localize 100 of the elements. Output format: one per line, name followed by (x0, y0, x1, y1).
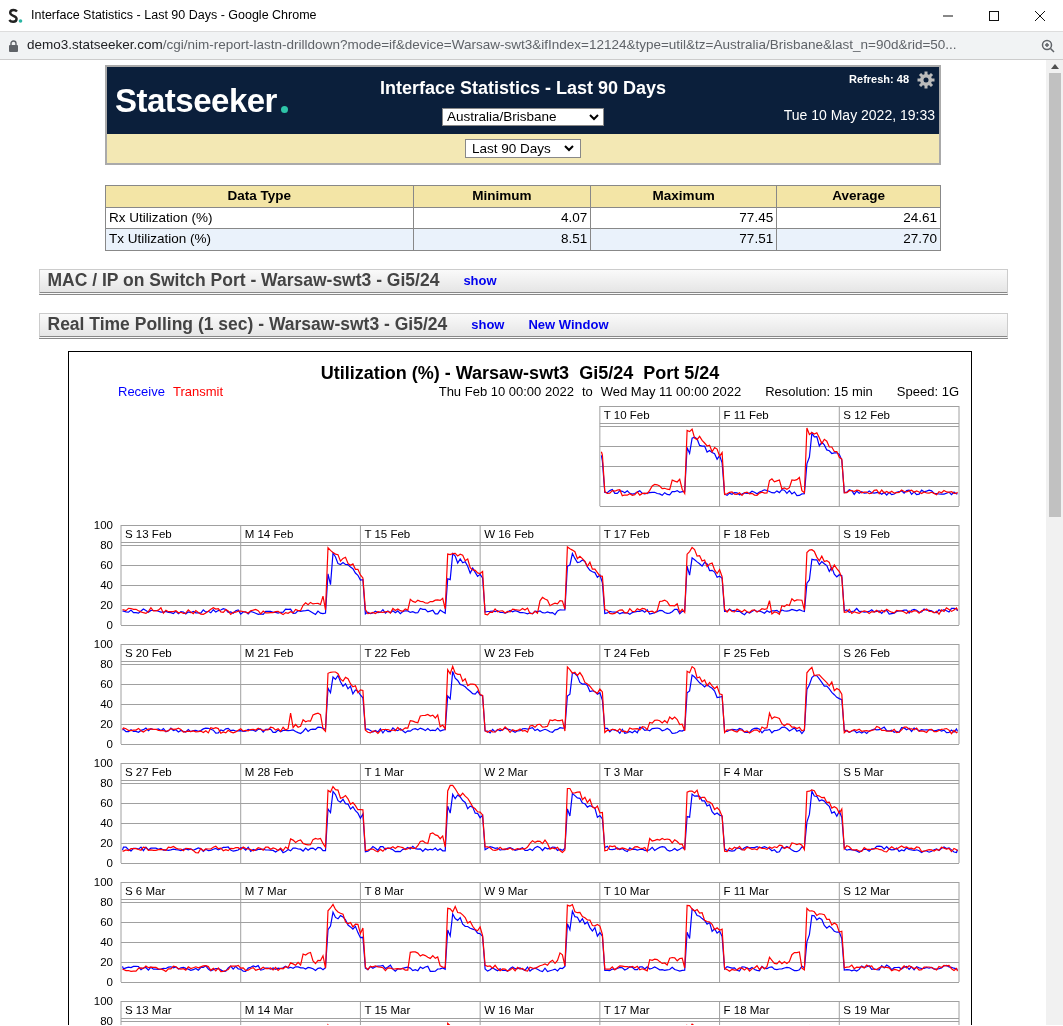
section-title: MAC / IP on Switch Port - Warsaw-swt3 - Gi5/24 (47, 269, 440, 293)
logo-dot-icon (280, 106, 288, 113)
report-datetime: Tue 10 May 2022, 19:33 (783, 106, 935, 125)
day-label: F 11 Feb (723, 408, 769, 421)
section-link[interactable]: show (463, 270, 497, 290)
column-header: Data Type (105, 185, 414, 208)
y-tick-label: 60 (100, 558, 113, 571)
day-label: S 13 Feb (125, 527, 172, 540)
statseeker-logo: Statseeker (115, 80, 277, 121)
y-tick-label: 60 (100, 915, 113, 928)
day-label: F 11 Mar (723, 884, 769, 897)
resolution-label: Resolution: 15 min (765, 383, 873, 400)
y-tick-label: 0 (106, 975, 113, 988)
caret-icon (564, 145, 574, 152)
y-tick-label: 80 (100, 895, 113, 908)
y-tick-label: 100 (93, 637, 113, 650)
day-label: M 28 Feb (244, 765, 294, 778)
day-label: T 10 Feb (603, 408, 650, 421)
range-start: Thu Feb 10 00:00 2022 (438, 383, 574, 400)
range-end: Wed May 11 00:00 2022 (600, 383, 742, 400)
day-label: T 3 Mar (603, 765, 644, 778)
timezone-select[interactable]: Australia/Brisbane (442, 108, 604, 126)
day-label: M 7 Mar (244, 884, 287, 897)
day-label: T 17 Feb (603, 527, 650, 540)
speed-label: Speed: 1G (896, 383, 959, 400)
column-header: Minimum (413, 185, 591, 208)
column-header: Average (776, 185, 941, 208)
table-cell: 77.45 (590, 207, 777, 229)
y-tick-label: 40 (100, 697, 113, 710)
section-link[interactable]: New Window (528, 314, 609, 334)
y-tick-label: 80 (100, 538, 113, 551)
table-cell: 8.51 (413, 228, 591, 250)
y-tick-label: 0 (106, 737, 113, 750)
table-cell: Tx Utilization (%) (105, 228, 414, 250)
day-label: S 5 Mar (843, 765, 884, 778)
scrollbar[interactable] (1046, 60, 1063, 1025)
day-label: S 19 Mar (843, 1003, 890, 1016)
y-tick-label: 20 (100, 836, 113, 849)
day-label: F 4 Mar (723, 765, 764, 778)
day-label: W 16 Mar (484, 1003, 534, 1016)
table-cell: 77.51 (590, 228, 777, 250)
y-tick-label: 20 (100, 955, 113, 968)
y-tick-label: 100 (93, 518, 113, 531)
day-label: T 10 Mar (603, 884, 650, 897)
day-label: W 2 Mar (484, 765, 528, 778)
scrollbar-thumb[interactable] (1048, 73, 1061, 517)
zoom-icon[interactable] (1041, 38, 1055, 53)
day-label: T 17 Mar (603, 1003, 650, 1016)
table-cell: Rx Utilization (%) (105, 207, 414, 229)
y-tick-label: 0 (106, 618, 113, 631)
window-title: Interface Statistics - Last 90 Days - Google Chrome (31, 7, 318, 25)
day-label: W 23 Feb (484, 646, 534, 659)
day-label: M 14 Mar (244, 1003, 294, 1016)
day-label: W 9 Mar (484, 884, 528, 897)
section-title: Real Time Polling (1 sec) - Warsaw-swt3 - Gi5/24 (47, 313, 448, 337)
maximize-icon (989, 10, 999, 21)
table-cell: 4.07 (413, 207, 591, 229)
day-label: S 20 Feb (125, 646, 172, 659)
legend-label: Transmit (172, 383, 224, 400)
day-label: F 18 Mar (723, 1003, 770, 1016)
day-label: S 26 Feb (843, 646, 890, 659)
y-tick-label: 100 (93, 994, 113, 1007)
table-cell: 24.61 (776, 207, 941, 229)
y-tick-label: 80 (100, 657, 113, 670)
day-label: S 19 Feb (843, 527, 890, 540)
day-label: S 27 Feb (125, 765, 172, 778)
y-tick-label: 20 (100, 598, 113, 611)
day-label: S 13 Mar (125, 1003, 172, 1016)
y-tick-label: 80 (100, 1014, 113, 1025)
scroll-up-icon[interactable] (1050, 64, 1059, 69)
y-tick-label: 60 (100, 677, 113, 690)
legend-label: Receive (118, 383, 165, 400)
day-label: T 22 Feb (364, 646, 411, 659)
day-label: W 16 Feb (484, 527, 534, 540)
day-label: S 12 Mar (843, 884, 890, 897)
y-tick-label: 100 (93, 756, 113, 769)
day-label: T 1 Mar (364, 765, 404, 778)
refresh-countdown: Refresh: 48 (849, 72, 909, 87)
y-tick-label: 80 (100, 776, 113, 789)
day-label: S 6 Mar (125, 884, 166, 897)
y-tick-label: 0 (106, 856, 113, 869)
lock-icon (8, 39, 19, 52)
day-label: T 24 Feb (603, 646, 650, 659)
chart-title: Utilization (%) - Warsaw-swt3 Gi5/24 Port 5/24 (319, 361, 721, 384)
period-select[interactable]: Last 90 Days (465, 139, 581, 158)
column-header: Maximum (590, 185, 777, 208)
caret-icon (589, 113, 599, 121)
url-host[interactable]: demo3.statseeker.com (27, 35, 163, 56)
settings-icon[interactable] (917, 71, 935, 89)
day-label: M 21 Feb (244, 646, 294, 659)
y-tick-label: 40 (100, 578, 113, 591)
url-path[interactable]: /cgi/nim-report-lastn-drilldown?mode=if&device=Warsaw-swt3&ifIndex=12124&type=util&tz=Australia/Brisbane&last_n=90d&rid=50... (162, 35, 957, 56)
day-label: S 12 Feb (843, 408, 890, 421)
report-title: Interface Statistics - Last 90 Days (379, 77, 667, 100)
day-label: T 15 Mar (364, 1003, 411, 1016)
section-link[interactable]: show (471, 314, 505, 334)
y-tick-label: 20 (100, 717, 113, 730)
close-icon (1035, 10, 1045, 21)
day-label: T 15 Feb (364, 527, 411, 540)
day-label: M 14 Feb (244, 527, 294, 540)
